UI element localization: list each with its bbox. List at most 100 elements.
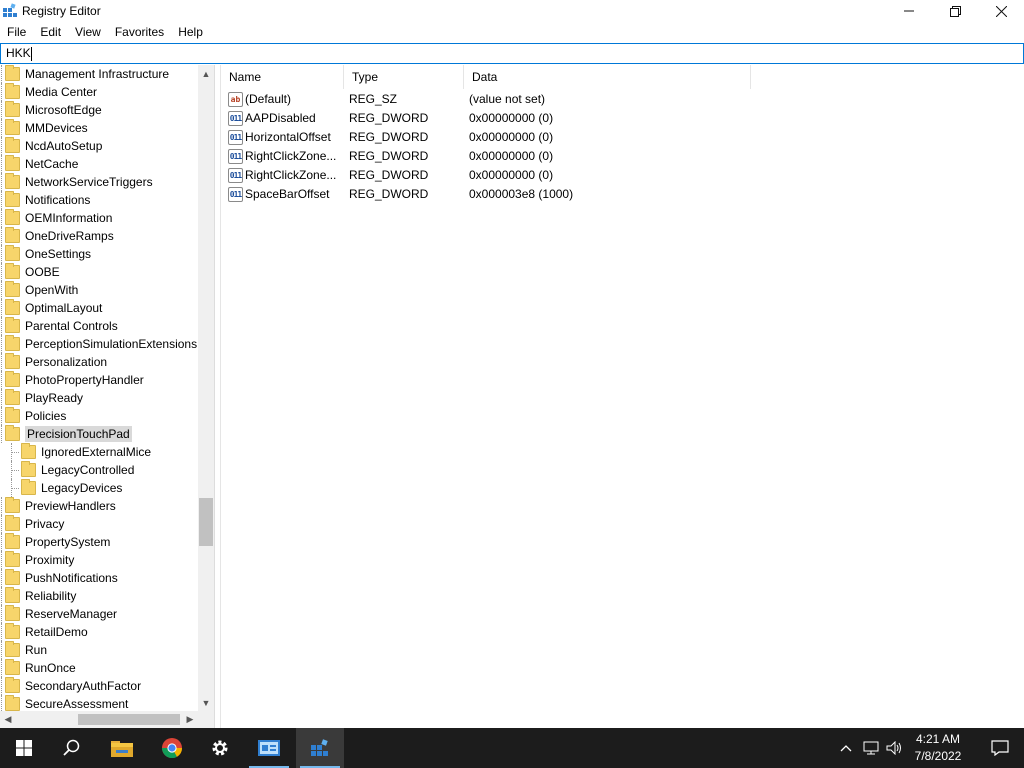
menu-bar: File Edit View Favorites Help: [0, 22, 1024, 43]
tree-item[interactable]: ReserveManager: [0, 605, 198, 623]
value-row[interactable]: 011 HorizontalOffset REG_DWORD 0x00000000 (…: [221, 128, 1024, 147]
column-header-data[interactable]: Data: [464, 65, 751, 89]
tree-item[interactable]: NcdAutoSetup: [0, 137, 198, 155]
value-data: 0x000003e8 (1000): [469, 187, 574, 201]
tree-item[interactable]: Run: [0, 641, 198, 659]
menu-file[interactable]: File: [0, 22, 33, 43]
taskbar-clock[interactable]: 4:21 AM 7/8/2022: [904, 731, 972, 765]
action-center-button[interactable]: [976, 728, 1024, 768]
registry-editor-icon: [3, 3, 17, 17]
tree-item[interactable]: Media Center: [0, 83, 198, 101]
tree-item[interactable]: PlayReady: [0, 389, 198, 407]
folder-icon: [5, 515, 20, 531]
tree-item[interactable]: NetworkServiceTriggers: [0, 173, 198, 191]
hscroll-thumb[interactable]: [78, 714, 180, 725]
dword-value-icon: 011: [228, 187, 243, 202]
window-title: Registry Editor: [22, 4, 101, 18]
chrome-icon: [161, 738, 183, 759]
restore-button[interactable]: [932, 0, 978, 22]
tree-item[interactable]: PreviewHandlers: [0, 497, 198, 515]
close-button[interactable]: [978, 0, 1024, 22]
tree-item[interactable]: OpenWith: [0, 281, 198, 299]
search-button[interactable]: [48, 728, 96, 768]
value-row[interactable]: 011 RightClickZone... REG_DWORD 0x00000000 …: [221, 166, 1024, 185]
tree-item[interactable]: NetCache: [0, 155, 198, 173]
tree-horizontal-scrollbar[interactable]: ◀ ▶: [0, 711, 198, 728]
tree-item-label: PreviewHandlers: [25, 499, 116, 513]
tree-item[interactable]: OneDriveRamps: [0, 227, 198, 245]
scroll-left-icon[interactable]: ◀: [0, 711, 16, 728]
scroll-down-icon[interactable]: ▼: [198, 694, 214, 711]
tree-connector-line: [11, 452, 19, 453]
folder-icon: [21, 461, 36, 477]
tree-item[interactable]: OOBE: [0, 263, 198, 281]
folder-icon: [5, 371, 20, 387]
folder-icon: [5, 155, 20, 171]
file-explorer-button[interactable]: [98, 728, 146, 768]
folder-icon: [5, 587, 20, 603]
registry-editor-taskbar-button[interactable]: [296, 728, 344, 768]
values-list: Name Type Data ab (Default) REG_SZ (value n…: [220, 65, 1024, 728]
scroll-up-icon[interactable]: ▲: [198, 65, 214, 82]
tree-item[interactable]: Privacy: [0, 515, 198, 533]
value-type: REG_DWORD: [349, 130, 429, 144]
menu-edit[interactable]: Edit: [33, 22, 68, 43]
tree-item[interactable]: IgnoredExternalMice: [0, 443, 198, 461]
control-panel-button[interactable]: [245, 728, 293, 768]
menu-favorites[interactable]: Favorites: [108, 22, 171, 43]
column-header-name[interactable]: Name: [221, 65, 344, 89]
tree-item[interactable]: SecondaryAuthFactor: [0, 677, 198, 695]
tree-item[interactable]: Notifications: [0, 191, 198, 209]
tree-item-label: LegacyDevices: [41, 481, 123, 495]
value-row[interactable]: 011 AAPDisabled REG_DWORD 0x00000000 (0): [221, 109, 1024, 128]
tree-item[interactable]: RetailDemo: [0, 623, 198, 641]
folder-icon: [5, 677, 20, 693]
tree-vertical-scrollbar[interactable]: ▲ ▼: [198, 65, 214, 711]
minimize-button[interactable]: [886, 0, 932, 22]
menu-help[interactable]: Help: [171, 22, 210, 43]
tree-item[interactable]: Management Infrastructure: [0, 65, 198, 83]
tree-item[interactable]: LegacyDevices: [0, 479, 198, 497]
tree-item[interactable]: LegacyControlled: [0, 461, 198, 479]
tree-item[interactable]: Policies: [0, 407, 198, 425]
value-row[interactable]: 011 RightClickZone... REG_DWORD 0x00000000 …: [221, 147, 1024, 166]
tree-item[interactable]: OEMInformation: [0, 209, 198, 227]
chrome-button[interactable]: [148, 728, 196, 768]
folder-icon: [5, 551, 20, 567]
network-tray-button[interactable]: [860, 728, 882, 768]
tree-item-label: OneSettings: [25, 247, 92, 261]
tree-item[interactable]: PropertySystem: [0, 533, 198, 551]
folder-icon: [21, 479, 36, 495]
address-input[interactable]: HKK: [6, 46, 906, 61]
values-header: Name Type Data: [221, 65, 1024, 89]
tree-item[interactable]: Personalization: [0, 353, 198, 371]
value-row[interactable]: 011 SpaceBarOffset REG_DWORD 0x000003e8 (10…: [221, 185, 1024, 204]
show-hidden-icons-button[interactable]: [836, 728, 856, 768]
tree-item[interactable]: MMDevices: [0, 119, 198, 137]
tree-item[interactable]: OptimalLayout: [0, 299, 198, 317]
value-name: AAPDisabled: [245, 111, 316, 125]
tree-item[interactable]: Proximity: [0, 551, 198, 569]
folder-icon: [5, 407, 20, 423]
tree-item[interactable]: Reliability: [0, 587, 198, 605]
tree-item[interactable]: PerceptionSimulationExtensions: [0, 335, 198, 353]
start-button[interactable]: [0, 728, 48, 768]
value-row[interactable]: ab (Default) REG_SZ (value not set): [221, 90, 1024, 109]
tree-item[interactable]: OneSettings: [0, 245, 198, 263]
scroll-right-icon[interactable]: ▶: [182, 711, 198, 728]
tree-item-label: LegacyControlled: [41, 463, 135, 477]
scroll-thumb[interactable]: [199, 498, 213, 546]
control-panel-icon: [258, 740, 280, 756]
column-header-type[interactable]: Type: [344, 65, 464, 89]
tree-item[interactable]: RunOnce: [0, 659, 198, 677]
settings-button[interactable]: [196, 728, 244, 768]
tree-item[interactable]: PushNotifications: [0, 569, 198, 587]
address-bar[interactable]: HKK: [0, 43, 1024, 64]
volume-tray-button[interactable]: [884, 728, 906, 768]
menu-view[interactable]: View: [68, 22, 108, 43]
tree-item[interactable]: PhotoPropertyHandler: [0, 371, 198, 389]
chevron-up-icon: [840, 745, 852, 752]
tree-item[interactable]: Parental Controls: [0, 317, 198, 335]
tree-item[interactable]: MicrosoftEdge: [0, 101, 198, 119]
tree-item[interactable]: PrecisionTouchPad: [0, 425, 198, 443]
